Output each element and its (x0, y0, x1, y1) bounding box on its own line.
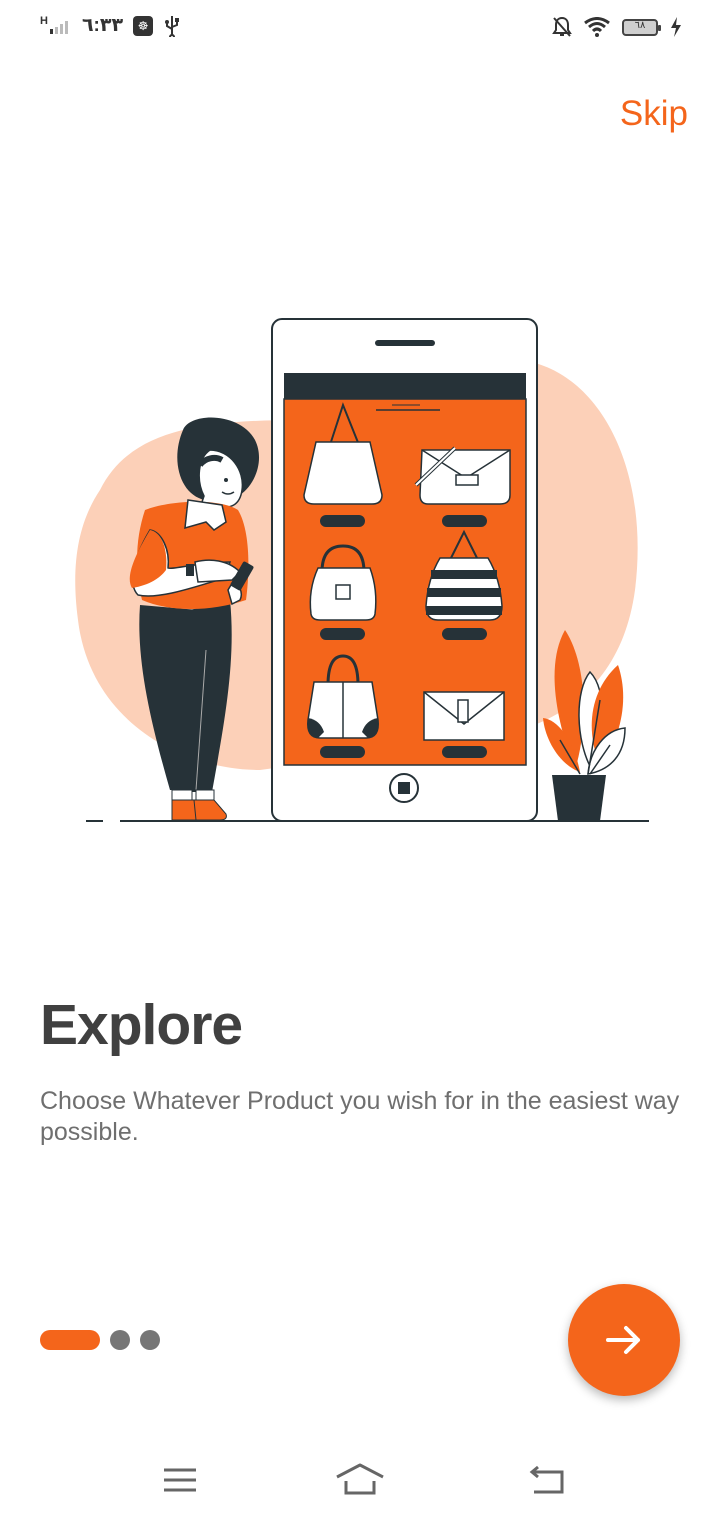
wifi-icon (584, 17, 610, 37)
back-icon (529, 1465, 564, 1494)
home-icon (336, 1463, 384, 1495)
nav-back-button[interactable] (518, 1458, 578, 1502)
onboarding-illustration (75, 318, 649, 822)
onboarding-title: Explore (40, 993, 243, 1057)
page-indicator-dot-active (40, 1330, 100, 1350)
clock: ٦:٣٣ (81, 15, 124, 36)
network-type-label: H (40, 14, 48, 27)
battery-level: ٦٨ (634, 19, 646, 31)
arrow-right-icon (606, 1326, 640, 1354)
usb-icon (165, 15, 180, 37)
page-indicator (40, 1330, 160, 1350)
system-nav-bar (0, 1440, 720, 1520)
nav-menu-button[interactable] (150, 1458, 210, 1502)
status-bar-left: H ٦:٣٣ ☸ (40, 14, 181, 37)
status-bar: H ٦:٣٣ ☸ ٦٨ (0, 0, 720, 60)
next-button[interactable] (568, 1284, 680, 1396)
battery-icon: ٦٨ (622, 18, 661, 36)
bell-off-icon (552, 16, 572, 37)
status-bar-right: ٦٨ (552, 16, 682, 38)
phone-illustration (271, 318, 538, 822)
skip-button[interactable]: Skip (620, 94, 688, 134)
menu-icon (164, 1468, 196, 1492)
page-indicator-dot (140, 1330, 160, 1350)
signal-icon (49, 20, 68, 34)
page-indicator-dot (110, 1330, 130, 1350)
usb-debug-icon: ☸ (133, 15, 154, 36)
charging-icon (671, 17, 681, 37)
nav-home-button[interactable] (330, 1458, 390, 1502)
onboarding-description: Choose Whatever Product you wish for in … (40, 1087, 680, 1146)
